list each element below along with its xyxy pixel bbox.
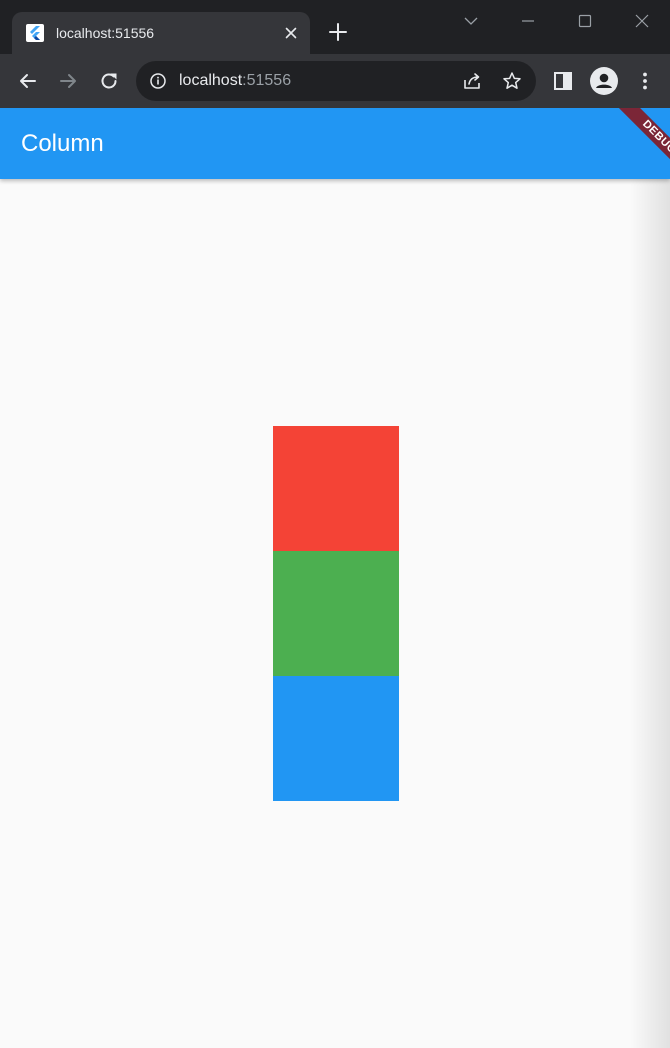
reload-icon[interactable] bbox=[96, 68, 122, 94]
minimize-icon[interactable] bbox=[513, 8, 543, 34]
browser-window: localhost:51556 localhost:51556 Column D… bbox=[0, 0, 670, 1048]
debug-banner-label: DEBUG bbox=[614, 108, 670, 180]
debug-banner: DEBUG bbox=[598, 108, 670, 180]
url-text[interactable]: localhost:51556 bbox=[179, 72, 291, 90]
kebab-menu-icon[interactable] bbox=[632, 68, 658, 94]
person-icon bbox=[596, 73, 612, 88]
browser-toolbar: localhost:51556 bbox=[0, 54, 670, 109]
profile-avatar[interactable] bbox=[590, 67, 618, 95]
arrow-left-icon[interactable] bbox=[15, 68, 41, 94]
maximize-icon[interactable] bbox=[570, 8, 600, 34]
arrow-right-icon[interactable] bbox=[55, 68, 81, 94]
green-box bbox=[273, 551, 399, 676]
tab-title: localhost:51556 bbox=[56, 25, 155, 41]
share-icon[interactable] bbox=[462, 71, 482, 91]
tab-strip: localhost:51556 bbox=[0, 0, 670, 54]
window-close-icon[interactable] bbox=[627, 8, 657, 34]
address-bar[interactable]: localhost:51556 bbox=[136, 61, 536, 101]
close-icon[interactable] bbox=[282, 24, 300, 42]
red-box bbox=[273, 426, 399, 551]
page-title: Column bbox=[21, 130, 104, 157]
plus-icon[interactable] bbox=[326, 20, 350, 44]
star-icon[interactable] bbox=[502, 71, 522, 91]
chevron-down-icon[interactable] bbox=[456, 8, 486, 34]
flutter-logo-icon bbox=[26, 24, 44, 42]
info-icon[interactable] bbox=[149, 72, 167, 90]
blue-box bbox=[273, 676, 399, 801]
side-panel-icon[interactable] bbox=[550, 68, 576, 94]
browser-tab[interactable]: localhost:51556 bbox=[12, 12, 310, 54]
app-bar: Column bbox=[0, 108, 670, 179]
url-host: localhost bbox=[179, 72, 243, 89]
page-viewport: Column DEBUG bbox=[0, 108, 670, 1048]
scroll-shadow bbox=[630, 179, 670, 1048]
url-port: :51556 bbox=[242, 72, 292, 89]
